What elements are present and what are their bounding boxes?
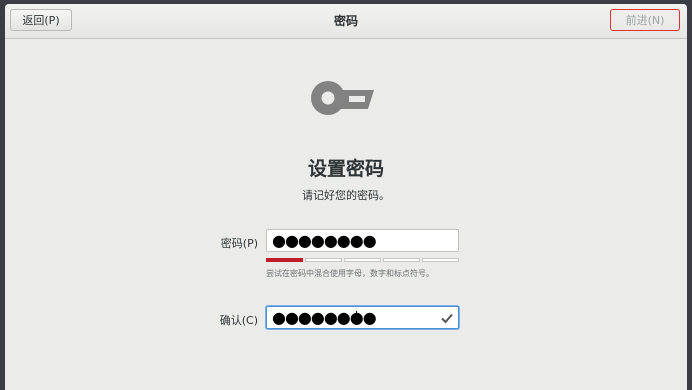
confirm-password-input[interactable]: ●●●●●●●● (266, 306, 459, 329)
strength-segment (305, 258, 342, 262)
password-mask: ●●●●●●●● (272, 231, 377, 250)
check-icon (441, 313, 453, 324)
next-button[interactable]: 前进(N) (610, 9, 680, 31)
confirm-mask: ●●●●●●●● (272, 308, 377, 327)
setup-password-title: 设置密码 (307, 158, 384, 180)
key-icon (311, 81, 374, 115)
header-bar: 返回(P) 密码 前进(N) (5, 4, 687, 39)
password-strength-bar (266, 258, 459, 262)
setup-window: 返回(P) 密码 前进(N) 设置密码 请记好您的密码。 密码(P) ●●●●●… (5, 4, 687, 390)
strength-segment (266, 258, 303, 262)
subtitle-text: 请记好您的密码。 (302, 189, 390, 202)
password-label: 密码(P) (220, 237, 258, 250)
strength-segment (383, 258, 420, 262)
text-cursor (356, 311, 357, 325)
strength-segment (344, 258, 381, 262)
password-hint: 尝试在密码中混合使用字母，数字和标点符号。 (266, 269, 434, 278)
confirm-label: 确认(C) (219, 314, 258, 327)
password-input[interactable]: ●●●●●●●● (266, 229, 459, 252)
page-title: 密码 (333, 14, 358, 28)
strength-segment (422, 258, 459, 262)
